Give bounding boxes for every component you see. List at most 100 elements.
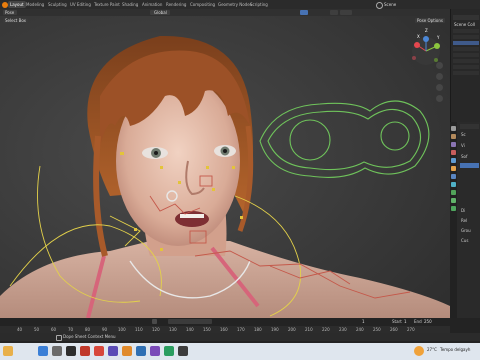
explorer-icon[interactable] [136,346,146,356]
frame-tick: 180 [254,327,262,332]
zoom-icon[interactable] [436,62,443,69]
properties-item[interactable]: Vi [461,143,465,148]
armature-data-tab-icon[interactable] [451,190,456,195]
pan-hand-icon[interactable] [436,73,443,80]
app-icon[interactable] [150,346,160,356]
properties-item[interactable]: Rel [461,218,467,223]
tab-layout[interactable]: Layout [8,1,26,8]
weather-text: Tempo delgayh [440,347,471,352]
start-frame-label: Start [392,319,402,324]
tab-rendering[interactable]: Rendering [164,1,188,8]
start-frame-field[interactable]: 1 [404,319,407,324]
frame-tick: 170 [237,327,245,332]
tab-animation[interactable]: Animation [140,1,164,8]
outliner-row[interactable] [453,29,479,33]
weather-icon[interactable] [414,346,424,356]
end-frame-label: End [414,319,422,324]
scene-name[interactable]: Scene [384,1,396,8]
tab-compositing[interactable]: Compositing [188,1,217,8]
object-tab-icon[interactable] [451,166,456,171]
properties-item[interactable]: Di [461,208,465,213]
top-menu-bar: Layout Modeling Sculpting UV Editing Tex… [0,0,480,9]
app-icon[interactable] [94,346,104,356]
properties-item[interactable]: Sc [461,132,466,137]
bone-constraint-tab-icon[interactable] [451,206,456,211]
tab-shading[interactable]: Shading [120,1,140,8]
outliner-row[interactable] [453,47,479,51]
gizmo-axis-x-label[interactable]: X [417,34,420,39]
frame-tick: 270 [407,327,415,332]
frame-tick: 160 [220,327,228,332]
record-button[interactable] [152,319,157,324]
status-bar: Dope Sheet Context Menu [0,333,480,341]
tab-scripting[interactable]: Scripting [248,1,270,8]
properties-tab-strip [450,122,457,318]
properties-item[interactable]: Grou [461,228,471,233]
world-tab-icon[interactable] [451,158,456,163]
properties-item[interactable]: Sof [461,154,467,159]
3d-viewport[interactable]: Select Box Pose Options Y X Z [0,16,450,318]
grid-projection-icon[interactable] [436,95,443,102]
search-icon[interactable] [52,346,62,356]
outliner-panel: Scene Coll [450,9,480,122]
weather-temp: 27°C [427,347,437,352]
scene-icon [376,2,383,9]
gizmo-axis-y-label[interactable]: Y [437,35,439,40]
current-frame-field[interactable]: 1 [362,319,365,324]
frame-tick: 60 [51,327,57,332]
timeline-ruler[interactable]: 40 50 60 70 80 90 100 110 120 130 140 15… [0,326,450,333]
frame-tick: 250 [373,327,381,332]
widgets-icon[interactable] [3,346,13,356]
tab-uv-editing[interactable]: UV Editing [68,1,93,8]
frame-tick: 140 [186,327,194,332]
start-icon[interactable] [38,346,48,356]
outliner-row[interactable] [453,35,479,39]
camera-view-icon[interactable] [436,84,443,91]
tab-modeling[interactable]: Modeling [24,1,46,8]
outliner-search[interactable] [453,15,479,20]
windows-taskbar: 27°C Tempo delgayh [0,343,480,360]
outliner-row-selected[interactable] [453,41,479,45]
render-tab-icon[interactable] [451,134,456,139]
orientation-label: Global [154,10,167,15]
tab-sculpting[interactable]: Sculpting [46,1,69,8]
mouse-icon [56,335,62,341]
overlay-toggle[interactable] [300,10,308,15]
frame-tick: 120 [152,327,160,332]
frame-tick: 210 [305,327,313,332]
task-view-icon[interactable] [66,346,76,356]
discord-icon[interactable] [108,346,118,356]
scene-tab-icon[interactable] [451,150,456,155]
select-box-dropdown[interactable]: Select Box [3,18,29,23]
outliner-row[interactable] [453,59,479,63]
shading-buttons[interactable] [340,10,352,15]
gizmo-axis-z-label[interactable]: Z [425,28,428,33]
pose-options-dropdown[interactable]: Pose Options [415,18,445,23]
physics-tab-icon[interactable] [451,182,456,187]
mode-selector[interactable]: Pose [5,9,14,16]
app-icon[interactable] [178,346,188,356]
playback-controls[interactable] [168,319,212,324]
outliner-row[interactable] [453,65,479,69]
properties-search[interactable] [460,124,479,129]
blender-taskbar-icon[interactable] [122,346,132,356]
outliner-row[interactable] [453,71,479,75]
app-icon[interactable] [164,346,174,356]
tool-tab-icon[interactable] [451,126,456,131]
modifier-tab-icon[interactable] [451,174,456,179]
properties-item[interactable]: Cus [461,238,468,243]
output-tab-icon[interactable] [451,142,456,147]
frame-tick: 50 [34,327,40,332]
frame-tick: 190 [271,327,279,332]
end-frame-field[interactable]: 250 [424,319,432,324]
frame-tick: 130 [169,327,177,332]
frame-tick: 90 [102,327,108,332]
frame-tick: 40 [17,327,23,332]
properties-selected-field[interactable] [460,163,479,168]
bone-tab-icon[interactable] [451,198,456,203]
xray-toggle[interactable] [330,10,338,15]
outliner-row[interactable] [453,53,479,57]
opera-icon[interactable] [80,346,90,356]
status-context-menu: Dope Sheet Context Menu [63,334,116,339]
tab-texture-paint[interactable]: Texture Paint [92,1,122,8]
